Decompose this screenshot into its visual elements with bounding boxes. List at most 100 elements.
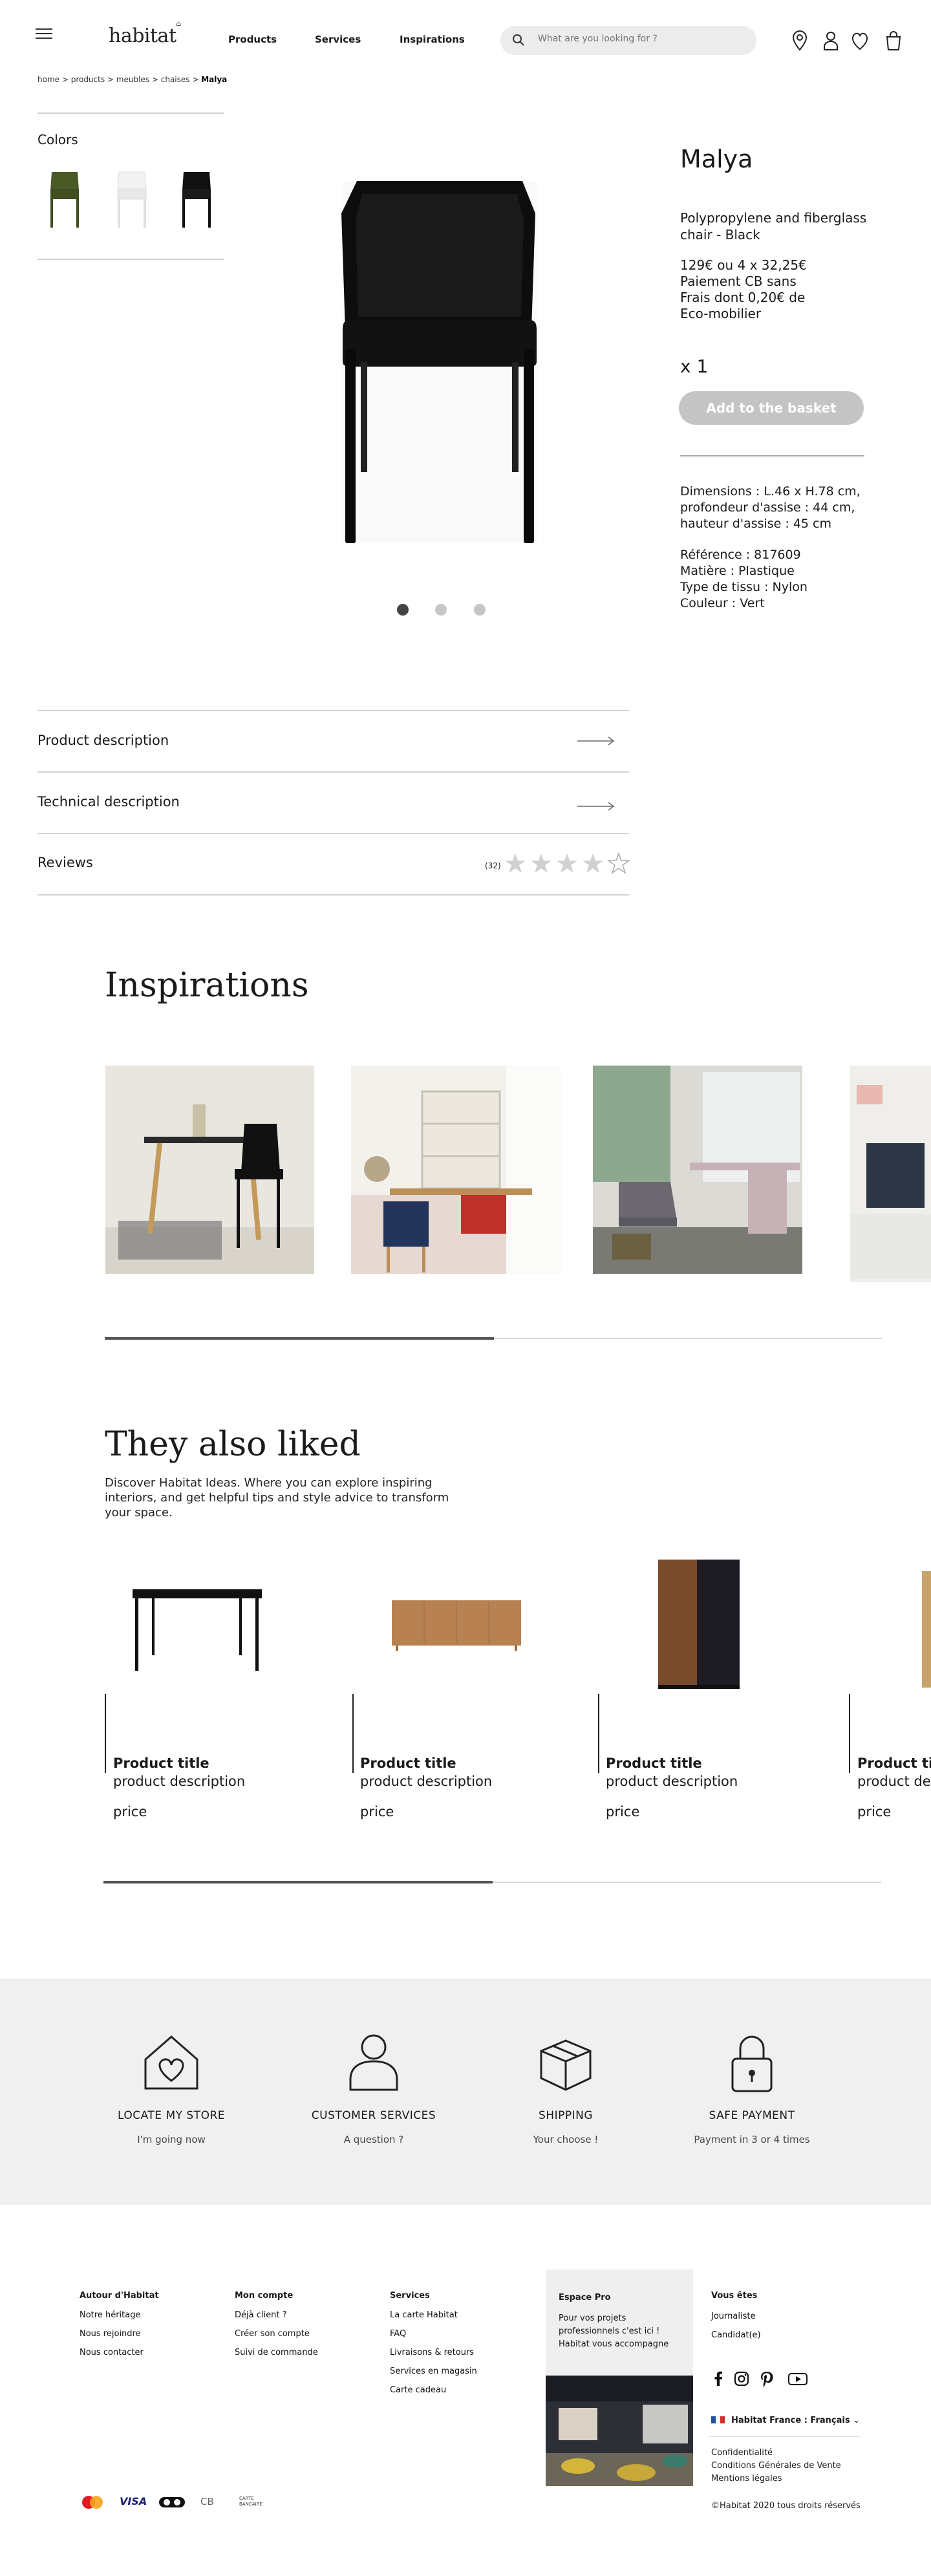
footer-link[interactable]: Notre héritage [80,2306,159,2324]
service-subtitle: I'm going now [137,2134,206,2145]
product-card-price: price [113,1804,147,1819]
nav-inspirations[interactable]: Inspirations [400,34,465,45]
product-card-title[interactable]: Product title [606,1755,702,1771]
footer-legal-link[interactable]: Conditions Générales de Vente [711,2461,841,2471]
product-thumbnail[interactable] [640,1552,763,1701]
footer-link[interactable]: Suivi de commande [235,2343,318,2362]
menu-icon[interactable] [36,28,52,40]
star-icon[interactable] [582,852,604,874]
divider [37,113,224,114]
product-description-toggle[interactable]: Product description [37,733,169,748]
footer-link[interactable]: Nous rejoindre [80,2324,159,2343]
price-line: Eco-mobilier [680,306,762,321]
reviews-toggle[interactable]: Reviews [37,855,93,870]
product-card-title[interactable]: Product title [113,1755,209,1771]
footer-link[interactable]: Livraisons & retours [390,2343,477,2362]
product-thumbnail[interactable] [918,1552,931,1701]
color-swatch-green[interactable] [47,169,83,229]
star-icon[interactable] [530,852,552,874]
footer-link[interactable]: Créer son compte [235,2324,318,2343]
shipping-icon [540,2039,592,2091]
liked-description: Discover Habitat Ideas. Where you can ex… [105,1476,449,1519]
logo[interactable]: habitat⌂ [109,21,181,47]
customer-icon [349,2034,398,2091]
nav-products[interactable]: Products [228,34,277,45]
product-thumbnail[interactable] [126,1552,268,1701]
footer-legal-link[interactable]: Confidentialité [711,2448,773,2458]
inspiration-image[interactable] [593,1066,802,1274]
product-thumbnail[interactable] [387,1552,529,1701]
product-price: 129€ ou 4 x 32,25€ Paiement CB sans Frai… [680,257,887,322]
color-swatch-black[interactable] [178,169,215,229]
breadcrumb-current: Malya [201,75,228,84]
service-locate-store[interactable]: LOCATE MY STORE I'm going now [87,2030,255,2145]
wishlist-icon[interactable] [850,30,870,52]
arrow-right-icon[interactable] [577,802,615,811]
breadcrumb: home > products > meubles > chaises > Ma… [37,75,227,84]
product-card-title[interactable]: Product title [857,1755,931,1771]
chevron-down-icon: ⌄ [853,2416,860,2425]
inspirations-scroll-thumb[interactable] [105,1337,494,1340]
star-outline-icon[interactable] [608,852,630,874]
spec-reference: Référence : 817609 [680,548,801,562]
store-locator-icon[interactable] [790,30,809,52]
service-subtitle: Payment in 3 or 4 times [694,2134,810,2145]
espace-pro-card[interactable]: Espace Pro Pour vos projets professionne… [546,2270,693,2486]
footer-link[interactable]: La carte Habitat [390,2306,477,2324]
price-line: Paiement CB sans [680,274,797,289]
breadcrumb-trail[interactable]: home > products > meubles > chaises > [37,75,201,84]
search-input[interactable] [538,34,745,44]
product-card-title[interactable]: Product title [360,1755,456,1771]
footer-link[interactable]: Candidat(e) [711,2326,761,2345]
basket-icon[interactable] [884,30,903,52]
technical-description-toggle[interactable]: Technical description [37,794,180,810]
divider [680,455,864,456]
footer-link[interactable]: Journaliste [711,2307,761,2326]
amex-icon [159,2497,185,2507]
color-swatch-white[interactable] [114,169,150,229]
footer-link[interactable]: FAQ [390,2324,477,2343]
footer-link[interactable]: Nous contacter [80,2343,159,2362]
pinterest-icon[interactable] [758,2370,775,2387]
search-icon [513,34,524,46]
language-selector[interactable]: Habitat France : Français ⌄ [711,2416,860,2425]
arrow-right-icon[interactable] [577,736,615,746]
service-safe-payment[interactable]: SAFE PAYMENT Payment in 3 or 4 times [668,2030,836,2145]
product-image[interactable] [323,175,556,563]
service-customer[interactable]: CUSTOMER SERVICES A question ? [290,2030,458,2145]
youtube-icon[interactable] [787,2370,808,2387]
product-divider [352,1694,354,1773]
slide-dot-1[interactable] [397,604,409,616]
spec-material: Matière : Plastique [680,564,795,578]
instagram-icon[interactable] [733,2370,750,2387]
add-to-basket-button[interactable]: Add to the basket [679,391,864,425]
slide-dot-2[interactable] [435,604,447,616]
product-name: Malya [680,145,753,173]
quantity-selector[interactable]: x 1 [680,356,708,377]
service-title: SHIPPING [539,2109,593,2122]
footer-legal-link[interactable]: Mentions légales [711,2474,782,2484]
service-shipping[interactable]: SHIPPING Your choose ! [482,2030,650,2145]
slide-dot-3[interactable] [474,604,486,616]
footer-link[interactable]: Services en magasin [390,2362,477,2381]
mastercard-icon [82,2496,103,2509]
nav-services[interactable]: Services [315,34,361,45]
star-icon[interactable] [504,852,526,874]
carte-bancaire-icon: CARTE BANCAIRE [239,2496,262,2507]
lock-icon [731,2035,773,2092]
inspiration-image[interactable] [105,1066,314,1274]
account-icon[interactable] [821,30,840,52]
divider [37,833,629,834]
footer-link[interactable]: Carte cadeau [390,2381,477,2399]
product-dimensions: Dimensions : L.46 x H.78 cm, profondeur … [680,484,861,531]
liked-scroll-thumb[interactable] [103,1881,493,1884]
divider [37,894,629,896]
footer-link[interactable]: Déjà client ? [235,2306,318,2324]
star-icon[interactable] [556,852,578,874]
inspiration-image[interactable] [850,1066,931,1282]
search-bar[interactable] [500,26,756,55]
inspirations-title: Inspirations [105,966,309,1005]
product-card-price: price [606,1804,640,1819]
inspiration-image[interactable] [351,1066,561,1274]
facebook-icon[interactable] [710,2370,727,2387]
